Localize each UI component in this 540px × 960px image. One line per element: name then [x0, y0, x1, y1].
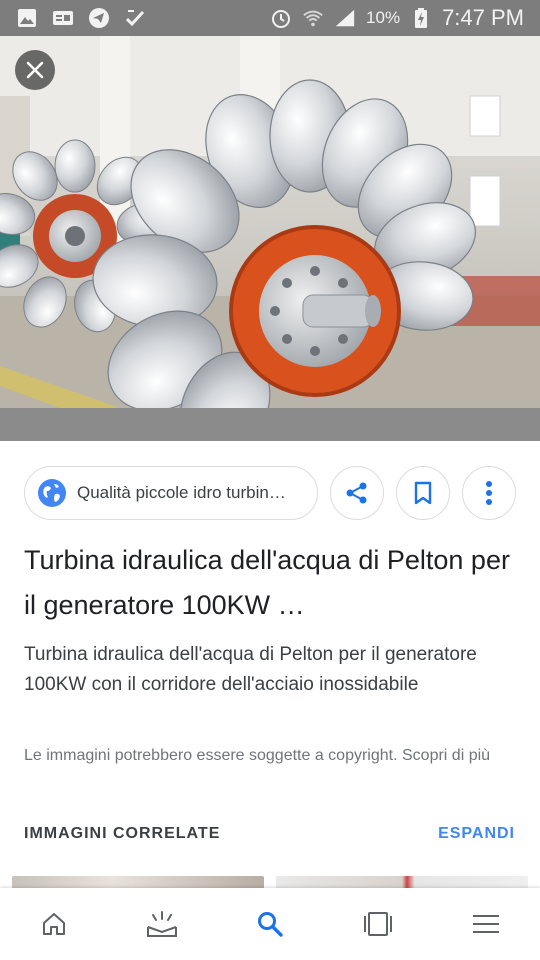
more-options-button[interactable] — [462, 466, 516, 520]
close-button[interactable] — [15, 50, 55, 90]
bookmark-icon — [414, 481, 432, 505]
telegram-icon — [88, 7, 110, 29]
bookmark-button[interactable] — [396, 466, 450, 520]
expand-button[interactable]: ESPANDI — [438, 825, 515, 843]
globe-icon — [38, 479, 66, 507]
check-icon — [124, 7, 146, 29]
pelton-turbine-photo — [0, 36, 540, 441]
source-label: Qualità piccole idro turbin… — [77, 483, 286, 502]
bottom-navigation — [0, 888, 540, 960]
source-actions-row: Qualità piccole idro turbin… — [24, 466, 516, 520]
signal-icon — [334, 7, 356, 29]
nav-updates[interactable] — [132, 894, 192, 954]
nav-menu[interactable] — [456, 894, 516, 954]
status-bar: 10% 7:47 PM — [0, 0, 540, 36]
result-title[interactable]: Turbina idraulica dell'acqua di Pelton p… — [24, 538, 519, 628]
ge-icon — [52, 7, 74, 29]
more-vert-icon — [486, 481, 492, 505]
source-chip[interactable]: Qualità piccole idro turbin… — [24, 466, 318, 520]
nav-search[interactable] — [240, 894, 300, 954]
wifi-icon — [302, 7, 324, 29]
share-button[interactable] — [330, 466, 384, 520]
nav-tabs[interactable] — [348, 894, 408, 954]
gallery-icon — [16, 7, 38, 29]
share-icon — [346, 482, 367, 504]
copyright-notice[interactable]: Le immagini potrebbero essere soggette a… — [24, 742, 516, 770]
close-icon — [26, 61, 44, 79]
nav-home[interactable] — [24, 894, 84, 954]
tabs-icon — [364, 912, 392, 936]
search-icon — [258, 912, 283, 937]
clock: 7:47 PM — [442, 5, 524, 30]
battery-percent: 10% — [366, 8, 401, 27]
updates-icon — [147, 911, 177, 937]
related-images-heading: IMMAGINI CORRELATE — [24, 825, 221, 842]
menu-icon — [473, 915, 499, 933]
result-description: Turbina idraulica dell'acqua di Pelton p… — [24, 644, 477, 695]
home-icon — [43, 913, 65, 935]
alarm-icon — [270, 7, 292, 29]
hero-image[interactable] — [0, 36, 540, 441]
battery-charging-icon — [410, 7, 432, 29]
